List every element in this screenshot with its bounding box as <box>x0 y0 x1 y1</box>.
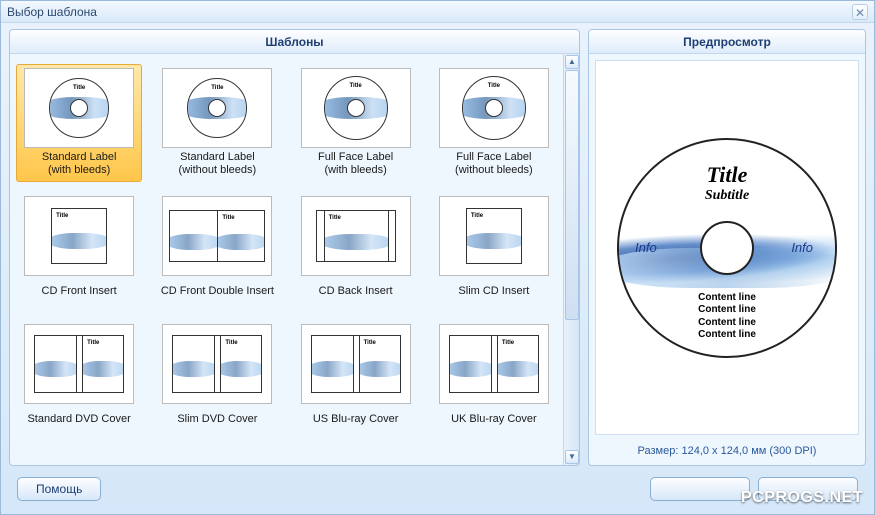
content-area: Шаблоны TitleStandard Label (with bleeds… <box>1 23 874 514</box>
preview-info-left: Info <box>635 240 657 255</box>
template-label: CD Front Insert <box>42 278 117 306</box>
help-button[interactable]: Помощь <box>17 477 101 501</box>
template-item[interactable]: TitleFull Face Label (with bleeds) <box>293 64 419 182</box>
preview-disc: Title Subtitle Info Info Content lineCon… <box>617 138 837 358</box>
template-thumb: Title <box>301 196 411 276</box>
template-item[interactable]: TitleStandard Label (without bleeds) <box>154 64 280 182</box>
preview-subtitle: Subtitle <box>619 188 835 204</box>
template-thumb: Title <box>301 68 411 148</box>
template-thumb: Title <box>162 324 272 404</box>
template-label: Standard Label (without bleeds) <box>179 150 257 178</box>
template-item[interactable]: TitleSlim CD Insert <box>431 192 557 310</box>
preview-info-right: Info <box>791 240 813 255</box>
template-label: Standard DVD Cover <box>27 406 130 434</box>
content-line: Content line <box>619 292 835 305</box>
preview-content-lines: Content lineContent lineContent lineCont… <box>619 292 835 342</box>
template-item[interactable]: TitleUS Blu-ray Cover <box>293 320 419 438</box>
template-item[interactable]: TitleCD Back Insert <box>293 192 419 310</box>
template-thumb: Title <box>162 196 272 276</box>
template-item[interactable]: TitleCD Front Double Insert <box>154 192 280 310</box>
template-item[interactable]: TitleUK Blu-ray Cover <box>431 320 557 438</box>
panels-row: Шаблоны TitleStandard Label (with bleeds… <box>9 29 866 466</box>
templates-body: TitleStandard Label (with bleeds)TitleSt… <box>10 54 579 465</box>
bottom-bar: Помощь <box>9 472 866 506</box>
template-grid: TitleStandard Label (with bleeds)TitleSt… <box>16 64 557 438</box>
watermark: PCPROGS.NET <box>741 489 863 507</box>
preview-header: Предпросмотр <box>589 30 865 54</box>
scroll-thumb[interactable] <box>565 70 579 320</box>
template-label: US Blu-ray Cover <box>313 406 399 434</box>
template-thumb: Title <box>439 324 549 404</box>
template-item[interactable]: TitleStandard DVD Cover <box>16 320 142 438</box>
scroll-down-icon[interactable]: ▼ <box>565 450 579 464</box>
template-label: CD Front Double Insert <box>161 278 274 306</box>
templates-panel: Шаблоны TitleStandard Label (with bleeds… <box>9 29 580 466</box>
template-label: UK Blu-ray Cover <box>451 406 537 434</box>
window-title: Выбор шаблона <box>7 5 97 19</box>
content-line: Content line <box>619 304 835 317</box>
template-item[interactable]: TitleStandard Label (with bleeds) <box>16 64 142 182</box>
templates-header: Шаблоны <box>10 30 579 54</box>
template-label: Full Face Label (with bleeds) <box>318 150 393 178</box>
templates-scroll-area: TitleStandard Label (with bleeds)TitleSt… <box>10 54 563 465</box>
template-label: Slim CD Insert <box>458 278 529 306</box>
template-label: Full Face Label (without bleeds) <box>455 150 533 178</box>
dialog-window: Выбор шаблона ✕ Шаблоны TitleStandard La… <box>0 0 875 515</box>
scrollbar[interactable]: ▲ ▼ <box>563 54 579 465</box>
template-thumb: Title <box>301 324 411 404</box>
close-icon[interactable]: ✕ <box>852 4 868 20</box>
content-line: Content line <box>619 329 835 342</box>
preview-size-text: Размер: 124,0 x 124,0 мм (300 DPI) <box>589 441 865 465</box>
ok-button[interactable] <box>650 477 750 501</box>
content-line: Content line <box>619 317 835 330</box>
template-item[interactable]: TitleSlim DVD Cover <box>154 320 280 438</box>
scroll-up-icon[interactable]: ▲ <box>565 55 579 69</box>
template-thumb: Title <box>24 196 134 276</box>
preview-panel: Предпросмотр Title Subtitle Info Info Co… <box>588 29 866 466</box>
template-item[interactable]: TitleFull Face Label (without bleeds) <box>431 64 557 182</box>
template-thumb: Title <box>439 68 549 148</box>
template-label: Slim DVD Cover <box>177 406 257 434</box>
preview-title: Title <box>619 162 835 188</box>
template-thumb: Title <box>24 324 134 404</box>
titlebar: Выбор шаблона ✕ <box>1 1 874 23</box>
template-thumb: Title <box>24 68 134 148</box>
template-thumb: Title <box>162 68 272 148</box>
template-thumb: Title <box>439 196 549 276</box>
template-item[interactable]: TitleCD Front Insert <box>16 192 142 310</box>
template-label: CD Back Insert <box>319 278 393 306</box>
template-label: Standard Label (with bleeds) <box>42 150 117 178</box>
preview-body: Title Subtitle Info Info Content lineCon… <box>595 60 859 435</box>
